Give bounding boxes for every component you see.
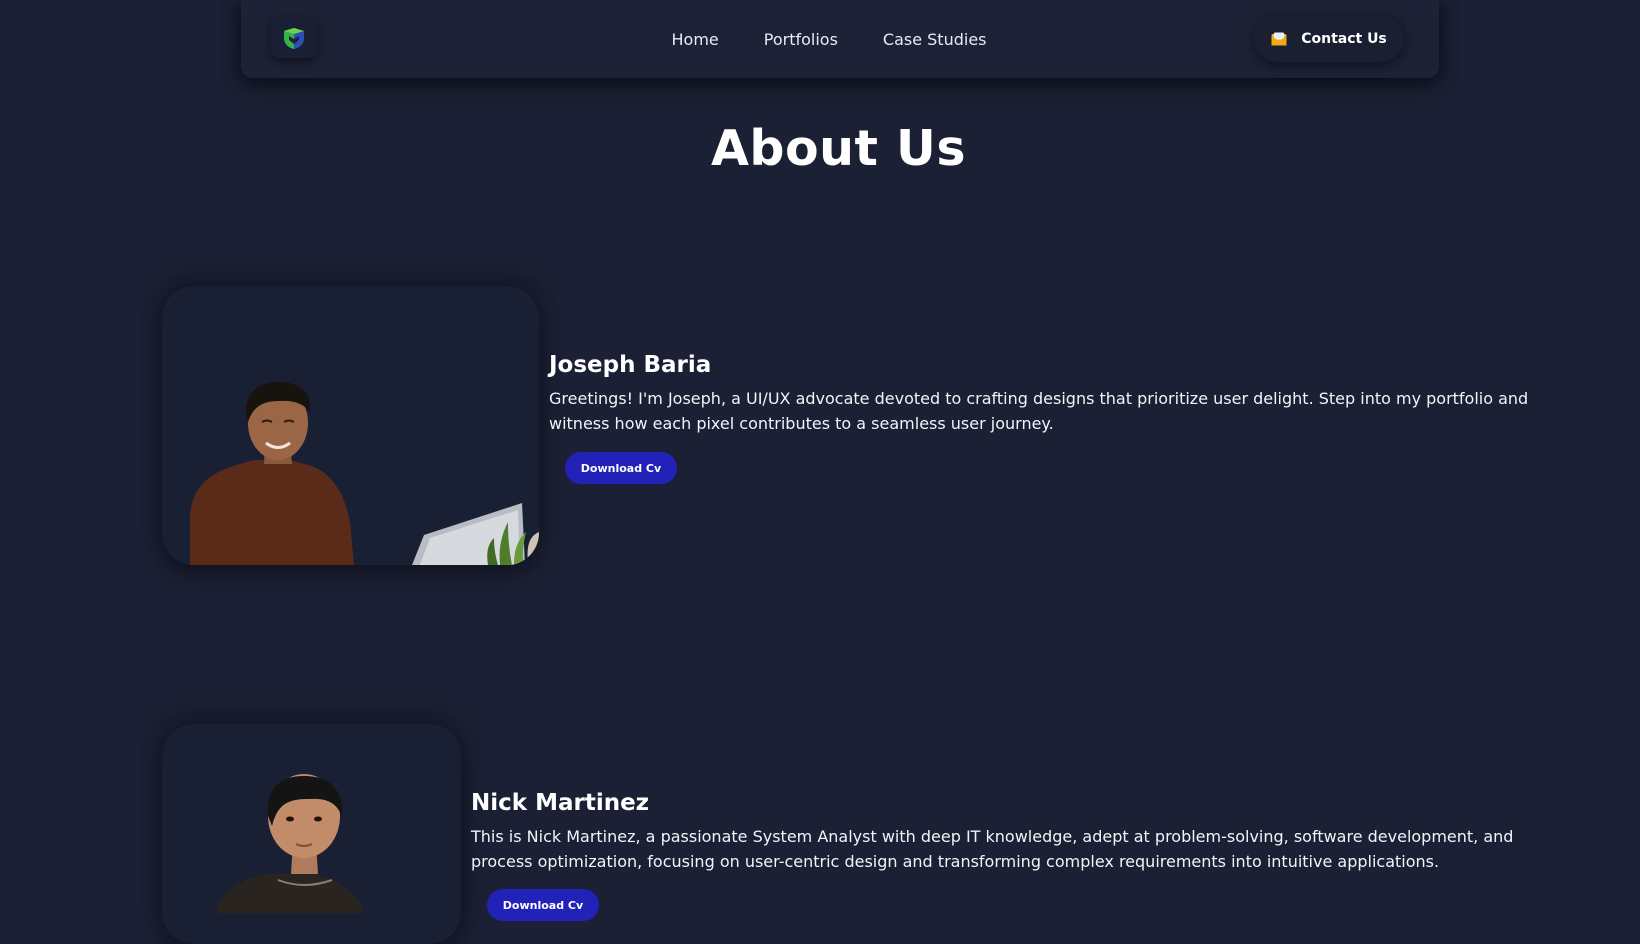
member-bio: This is Nick Martinez, a passionate Syst… bbox=[471, 827, 1514, 871]
portrait-photo bbox=[190, 382, 539, 565]
nav-case-studies-link[interactable]: Case Studies bbox=[883, 30, 987, 49]
member-name: Joseph Baria bbox=[549, 352, 712, 378]
download-cv-button[interactable]: Download Cv bbox=[565, 452, 677, 484]
member-name: Nick Martinez bbox=[471, 790, 650, 816]
contact-us-button[interactable]: Contact Us bbox=[1254, 15, 1404, 62]
portrait-photo bbox=[216, 774, 364, 913]
mail-icon bbox=[1271, 32, 1287, 45]
member-photo-card bbox=[162, 286, 539, 565]
member-photo-card bbox=[162, 724, 461, 944]
member-bio: Greetings! I'm Joseph, a UI/UX advocate … bbox=[549, 389, 1529, 433]
nav-portfolios-link[interactable]: Portfolios bbox=[764, 30, 838, 49]
download-cv-button[interactable]: Download Cv bbox=[487, 889, 599, 921]
nav-home-link[interactable]: Home bbox=[672, 30, 719, 49]
contact-us-label: Contact Us bbox=[1301, 30, 1387, 47]
page-title: About Us bbox=[711, 120, 966, 177]
top-navbar: Home Portfolios Case Studies Contact Us bbox=[241, 0, 1439, 78]
